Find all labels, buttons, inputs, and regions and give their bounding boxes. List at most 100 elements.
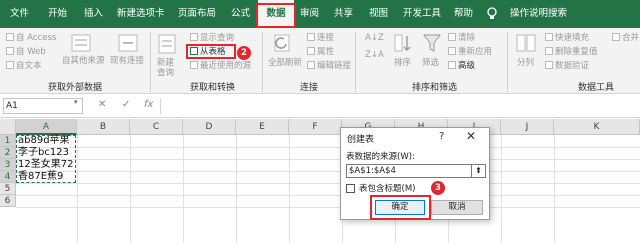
- column-header-a[interactable]: A: [16, 119, 77, 135]
- tab-page-layout[interactable]: 页面布局: [178, 0, 216, 28]
- chevron-down-icon[interactable]: ▾: [74, 98, 78, 106]
- close-icon[interactable]: ✕: [466, 129, 476, 143]
- tab-developer[interactable]: 开发工具: [403, 0, 441, 28]
- tab-help[interactable]: 帮助: [454, 0, 473, 28]
- connections-button[interactable]: 连接: [307, 33, 334, 44]
- tab-formulas[interactable]: 公式: [231, 0, 250, 28]
- row-header-5[interactable]: 5: [0, 183, 16, 195]
- properties-button[interactable]: 属性: [307, 47, 334, 58]
- help-icon[interactable]: ?: [439, 131, 444, 142]
- tell-me-search[interactable]: 操作说明搜索: [510, 0, 567, 28]
- edit-links-icon: [307, 61, 315, 69]
- sort-descending-button[interactable]: Z↓A: [365, 50, 384, 61]
- group-label-connections: 连接: [300, 83, 319, 93]
- column-header-f[interactable]: F: [289, 119, 342, 135]
- refresh-all-button[interactable]: 全部刷新: [268, 58, 302, 69]
- formula-enter-button[interactable]: ✓: [122, 99, 130, 110]
- group-separator: [262, 32, 263, 92]
- column-header-j[interactable]: J: [501, 119, 554, 135]
- group-label-get-external: 获取外部数据: [48, 83, 103, 93]
- tab-share[interactable]: 共享: [334, 0, 353, 28]
- existing-connections-icon: [118, 34, 138, 52]
- show-queries-label: 显示查询: [200, 33, 235, 43]
- consolidate-button[interactable]: 合并: [612, 33, 639, 44]
- group-separator: [355, 32, 356, 92]
- sort-ascending-button[interactable]: A↓Z: [365, 33, 384, 44]
- from-web-button[interactable]: 自 Web: [6, 47, 46, 58]
- ribbon-tab-bar: 文件 开始 插入 新建选项卡 页面布局 公式 数据 审阅 共享 视图 开发工具 …: [0, 0, 640, 28]
- advanced-filter-button[interactable]: 高级: [448, 61, 475, 72]
- step-badge-3: 3: [431, 181, 445, 195]
- group-separator: [150, 32, 151, 92]
- row-header-6[interactable]: 6: [0, 195, 16, 207]
- tab-home[interactable]: 开始: [48, 0, 67, 28]
- column-header-d[interactable]: D: [183, 119, 236, 135]
- consolidate-icon: [612, 33, 620, 41]
- worksheet-grid[interactable]: A B C D E F G H I J K 1 2 3 4 5 6 ab89d苹…: [0, 119, 640, 243]
- filter-icon: [423, 34, 441, 52]
- select-all-button[interactable]: [0, 119, 16, 135]
- data-validation-icon: [545, 61, 553, 69]
- edit-links-button[interactable]: 编辑链接: [307, 61, 351, 72]
- flash-fill-icon: [545, 33, 553, 41]
- new-query-icon: [158, 34, 176, 54]
- text-to-columns-button[interactable]: 分列: [517, 58, 534, 69]
- row-header-2[interactable]: 2: [0, 147, 16, 159]
- tab-file[interactable]: 文件: [10, 0, 29, 28]
- column-header-b[interactable]: B: [77, 119, 130, 135]
- group-label-transform: 获取和转换: [190, 83, 236, 93]
- column-header-e[interactable]: E: [236, 119, 289, 135]
- clear-icon: [448, 33, 456, 41]
- table-source-input[interactable]: $A$1:$A$4: [346, 164, 472, 178]
- show-queries-icon: [190, 33, 198, 41]
- gridline: [16, 195, 640, 196]
- cancel-button[interactable]: 取消: [431, 200, 483, 215]
- from-other-sources-button[interactable]: 自其他来源: [62, 56, 105, 67]
- clear-filter-button[interactable]: 清除: [448, 33, 475, 44]
- step-badge-2: 2: [237, 46, 251, 60]
- row-header-3[interactable]: 3: [0, 159, 16, 171]
- flash-fill-label: 快速填充: [555, 33, 590, 43]
- from-table-highlight: [186, 44, 236, 59]
- formula-cancel-button[interactable]: ✕: [98, 99, 106, 110]
- column-header-k[interactable]: K: [554, 119, 640, 135]
- formula-input[interactable]: [160, 98, 636, 114]
- reapply-button[interactable]: 重新应用: [448, 47, 492, 58]
- from-web-label: 自 Web: [16, 47, 46, 57]
- from-text-button[interactable]: 自文本: [6, 61, 42, 72]
- has-headers-label: 表包含标题(M): [359, 184, 416, 194]
- dialog-title: 创建表: [347, 135, 375, 145]
- gridline: [16, 159, 640, 160]
- insert-function-button[interactable]: fx: [144, 99, 153, 110]
- data-validation-button[interactable]: 数据验证: [545, 61, 589, 72]
- column-header-c[interactable]: C: [130, 119, 183, 135]
- tab-review[interactable]: 审阅: [300, 0, 319, 28]
- row-header-1[interactable]: 1: [0, 135, 16, 147]
- collapse-dialog-icon[interactable]: ⬆: [472, 164, 486, 178]
- flash-fill-button[interactable]: 快速填充: [545, 33, 589, 44]
- tab-new-tab[interactable]: 新建选项卡: [117, 0, 165, 28]
- reapply-icon: [448, 47, 456, 55]
- name-box[interactable]: A1: [3, 98, 83, 114]
- gridline: [77, 135, 78, 243]
- connections-label: 连接: [317, 33, 335, 43]
- row-header-4[interactable]: 4: [0, 171, 16, 183]
- lightbulb-icon: [487, 7, 497, 19]
- new-query-button[interactable]: 新建 查询: [157, 58, 174, 78]
- from-access-button[interactable]: 自 Access: [6, 33, 56, 44]
- show-queries-button[interactable]: 显示查询: [190, 33, 234, 44]
- refresh-icon: [274, 34, 290, 52]
- consolidate-label: 合并: [622, 33, 640, 43]
- has-headers-checkbox[interactable]: [346, 184, 355, 193]
- edit-links-label: 编辑链接: [317, 61, 352, 71]
- tab-view[interactable]: 视图: [369, 0, 388, 28]
- ribbon: 自 Access 自 Web 自文本 自其他来源 现有连接 获取外部数据 新建 …: [0, 28, 640, 94]
- sort-button[interactable]: 排序: [394, 58, 411, 69]
- recent-sources-button[interactable]: 最近使用的源: [190, 61, 251, 72]
- gridline: [289, 135, 290, 243]
- selection-marquee: [16, 135, 76, 183]
- remove-duplicates-button[interactable]: 删除重复值: [545, 47, 598, 58]
- existing-connections-button[interactable]: 现有连接: [110, 56, 144, 67]
- tab-insert[interactable]: 插入: [84, 0, 103, 28]
- filter-button[interactable]: 筛选: [422, 58, 439, 69]
